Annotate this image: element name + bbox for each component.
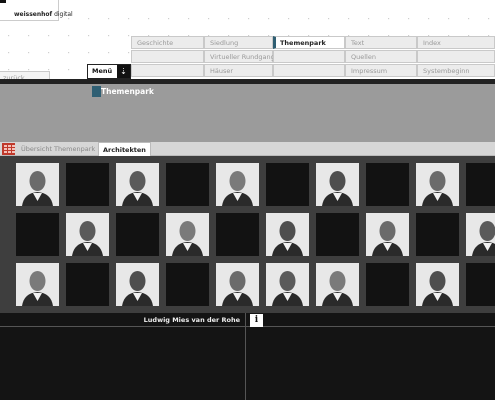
- architect-portrait[interactable]: [66, 213, 109, 256]
- menu-label: Menü: [92, 67, 113, 75]
- main-navigation: Geschichte Siedlung Themenpark Text Index Vir…: [131, 36, 495, 78]
- anchor-down-icon: ⇣: [117, 65, 130, 78]
- portrait-image: [122, 171, 153, 206]
- architect-tile-empty[interactable]: [366, 163, 409, 206]
- nav-item-h-user[interactable]: Häuser: [204, 64, 273, 77]
- nav-item-index[interactable]: Index: [417, 36, 495, 49]
- architect-portrait[interactable]: [416, 263, 459, 306]
- portrait-image: [222, 171, 253, 206]
- architect-tile-empty[interactable]: [66, 163, 109, 206]
- portrait-image: [122, 271, 153, 306]
- nav-item-systembeginn[interactable]: Systembeginn: [417, 64, 495, 77]
- architect-portrait[interactable]: [116, 163, 159, 206]
- portrait-image: [422, 271, 453, 306]
- architect-portrait[interactable]: [266, 263, 309, 306]
- architect-tile-empty[interactable]: [166, 263, 209, 306]
- panel-divider: [245, 313, 246, 400]
- portrait-image: [222, 271, 253, 306]
- architect-tile-empty[interactable]: [466, 263, 495, 306]
- section-indicator: [92, 86, 101, 97]
- logo-mark: [0, 0, 6, 3]
- nav-item-virtueller-rundgang[interactable]: Virtueller Rundgang: [204, 50, 275, 63]
- architect-portrait[interactable]: [116, 263, 159, 306]
- architect-portrait[interactable]: [316, 163, 359, 206]
- architect-portrait[interactable]: [16, 263, 59, 306]
- info-icon[interactable]: i: [250, 314, 263, 327]
- tab-bar: Übersicht Themenpark Architekten: [0, 142, 495, 156]
- architect-portrait[interactable]: [216, 163, 259, 206]
- site-logo[interactable]: weissenhof digital: [0, 0, 73, 21]
- architect-portrait[interactable]: [266, 213, 309, 256]
- nav-item-siedlung[interactable]: Siedlung: [204, 36, 273, 49]
- tab-architects[interactable]: Architekten: [98, 142, 151, 156]
- nav-cell-empty: [417, 50, 495, 63]
- architect-portrait[interactable]: [416, 163, 459, 206]
- architect-tile-empty[interactable]: [316, 213, 359, 256]
- architect-tile-empty[interactable]: [366, 263, 409, 306]
- architect-portrait[interactable]: [216, 263, 259, 306]
- architect-portrait[interactable]: [466, 213, 495, 256]
- portrait-image: [22, 271, 53, 306]
- portrait-image: [172, 221, 203, 256]
- grid-view-icon[interactable]: [2, 143, 15, 155]
- portrait-image: [22, 171, 53, 206]
- nav-cell-empty: [131, 50, 204, 63]
- portrait-image: [272, 271, 303, 306]
- section-banner: Themenpark: [0, 84, 495, 142]
- architect-tile-empty[interactable]: [66, 263, 109, 306]
- nav-item-themenpark[interactable]: Themenpark: [273, 36, 345, 49]
- nav-item-quellen[interactable]: Quellen: [345, 50, 417, 63]
- nav-item-geschichte[interactable]: Geschichte: [131, 36, 204, 49]
- nav-item-impressum[interactable]: Impressum: [345, 64, 417, 77]
- architect-tile-empty[interactable]: [266, 163, 309, 206]
- logo-text: weissenhof digital: [14, 11, 73, 18]
- architect-grid: [0, 156, 495, 313]
- architect-portrait[interactable]: [316, 263, 359, 306]
- architect-tile-empty[interactable]: [466, 163, 495, 206]
- selected-architect-name: Ludwig Mies van der Rohe: [143, 316, 240, 324]
- menu-button[interactable]: Menü ⇣: [87, 64, 131, 79]
- section-title: Themenpark: [101, 87, 154, 96]
- detail-panel: Ludwig Mies van der Rohe i: [0, 313, 495, 400]
- portrait-image: [322, 171, 353, 206]
- nav-item-text[interactable]: Text: [345, 36, 417, 49]
- portrait-image: [272, 221, 303, 256]
- portrait-image: [72, 221, 103, 256]
- detail-header: Ludwig Mies van der Rohe i: [0, 313, 495, 327]
- portrait-image: [372, 221, 403, 256]
- tab-overview[interactable]: Übersicht Themenpark: [18, 143, 98, 155]
- architect-portrait[interactable]: [16, 163, 59, 206]
- portrait-image: [422, 171, 453, 206]
- nav-cell-empty: [273, 64, 345, 77]
- architect-portrait[interactable]: [166, 213, 209, 256]
- nav-cell-empty: [273, 50, 345, 63]
- portrait-image: [322, 271, 353, 306]
- architect-tile-empty[interactable]: [16, 213, 59, 256]
- architect-tile-empty[interactable]: [116, 213, 159, 256]
- nav-cell-empty: [131, 64, 204, 77]
- architect-tile-empty[interactable]: [416, 213, 459, 256]
- architect-portrait[interactable]: [366, 213, 409, 256]
- portrait-image: [472, 221, 495, 256]
- architect-tile-empty[interactable]: [166, 163, 209, 206]
- architect-tile-empty[interactable]: [216, 213, 259, 256]
